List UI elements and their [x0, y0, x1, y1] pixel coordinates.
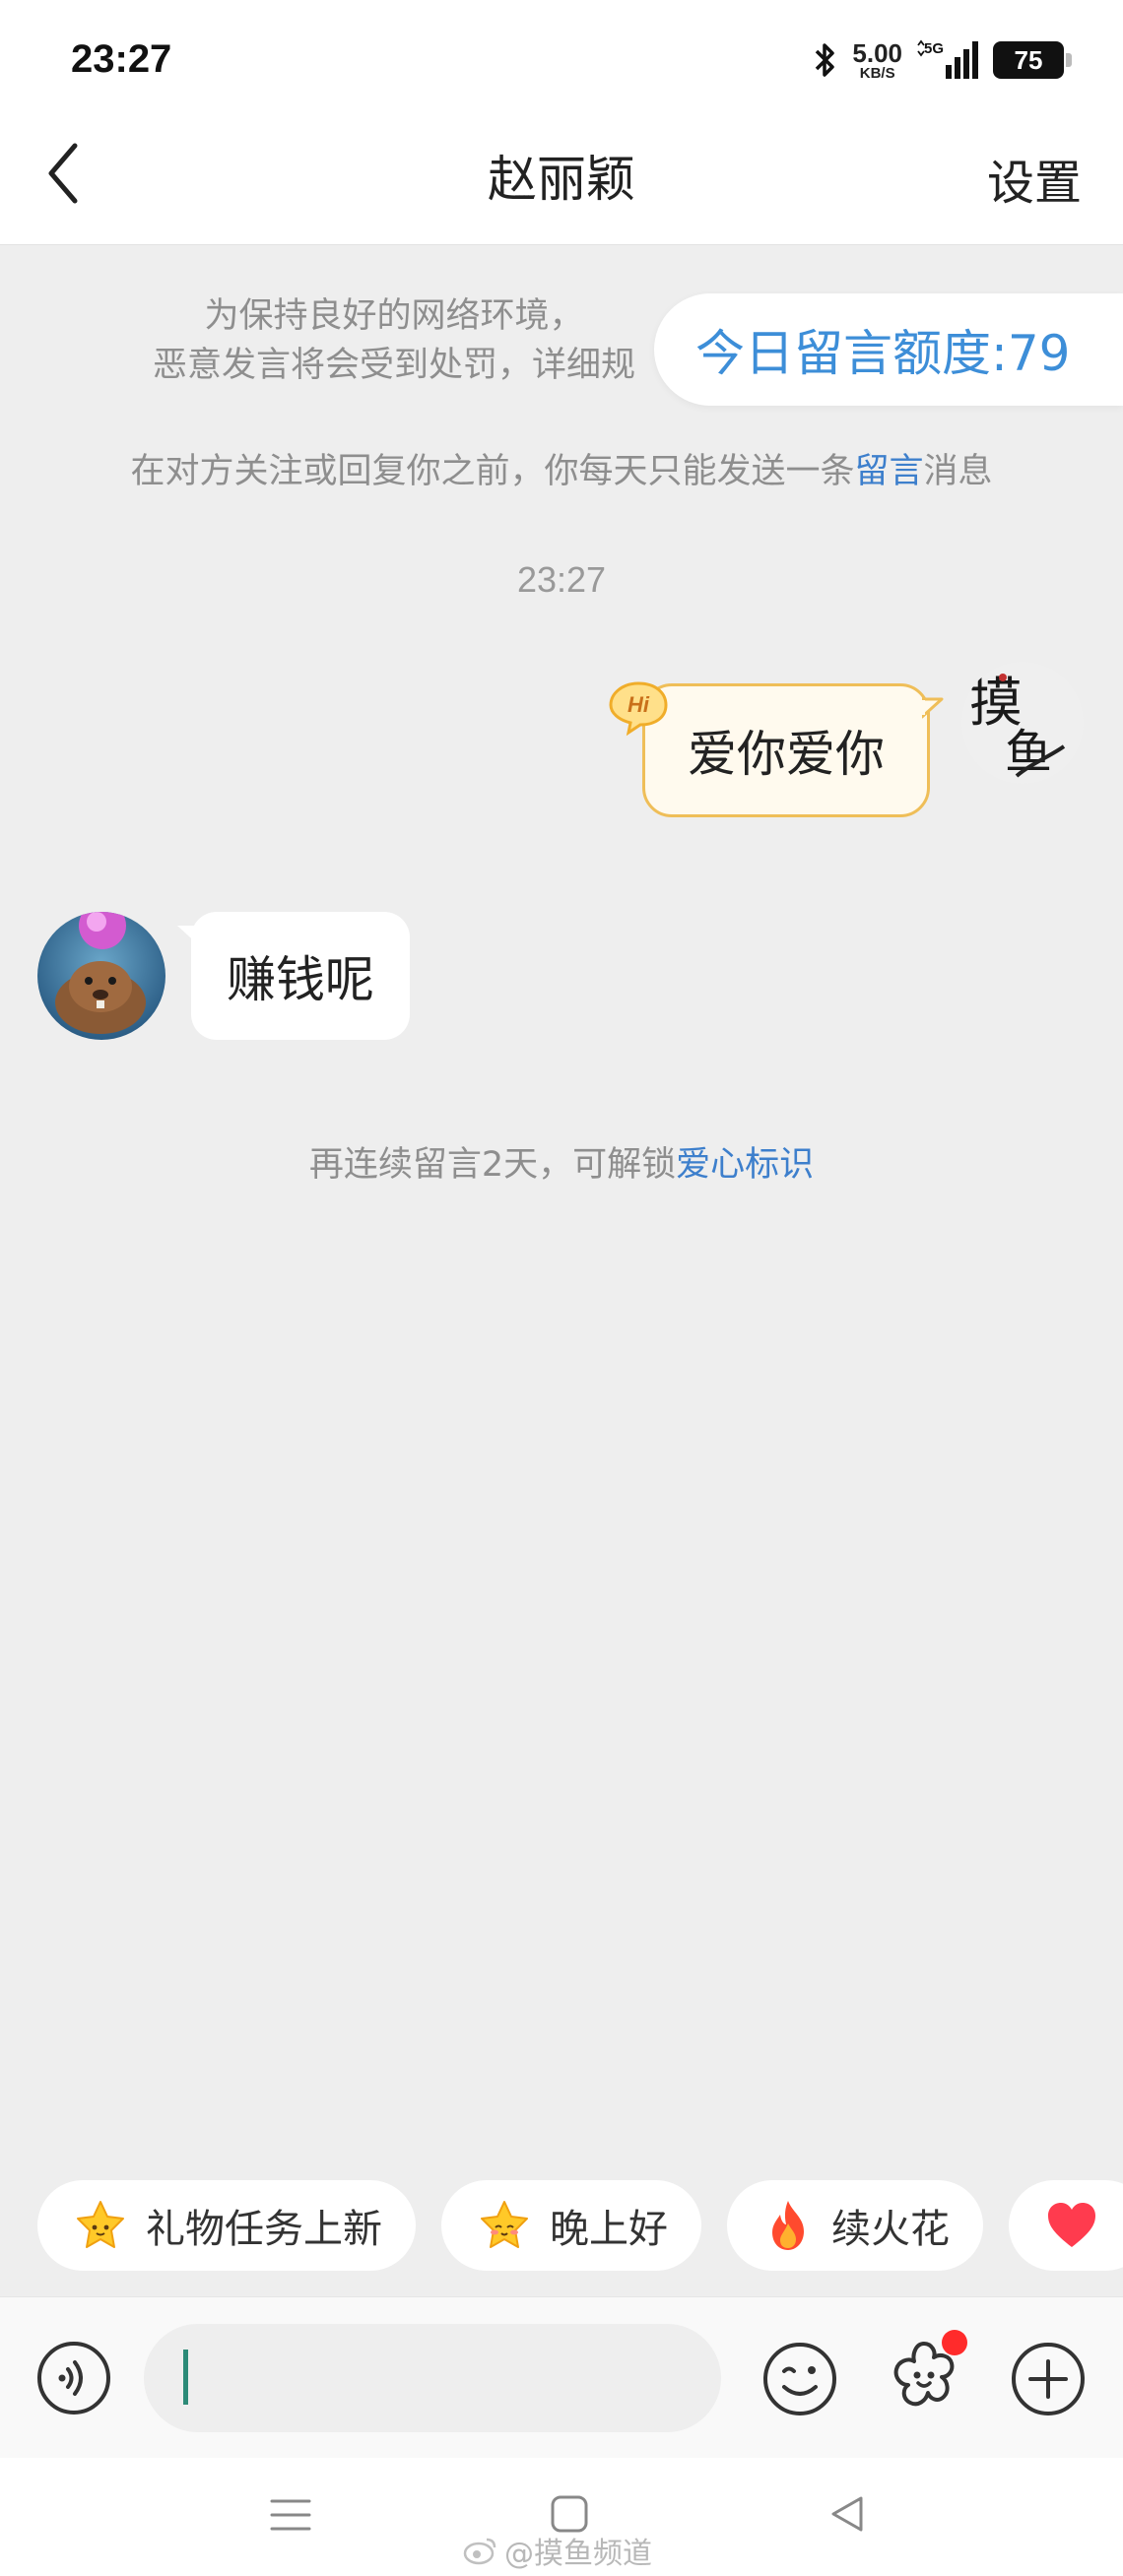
home-icon[interactable]: [550, 2494, 589, 2534]
svg-text:鱼: 鱼: [1005, 725, 1052, 780]
svg-text:5G: 5G: [924, 40, 944, 57]
quick-reply-chips: 礼物任务上新 晚上好 续火花: [37, 2180, 1123, 2271]
signal-5g-icon: 5G: [917, 39, 978, 79]
status-time: 23:27: [71, 37, 172, 81]
chip-label: 续火花: [831, 2207, 950, 2252]
notification-dot: [942, 2330, 967, 2355]
voice-icon[interactable]: [35, 2340, 112, 2416]
star-face-icon: [481, 2201, 528, 2248]
my-message-bubble[interactable]: 爱你爱你: [642, 683, 930, 817]
message-timestamp: 23:27: [516, 559, 607, 600]
watermark: @摸鱼频道: [463, 2529, 652, 2572]
message-link[interactable]: 留言: [854, 452, 923, 491]
chip-gift-task[interactable]: 礼物任务上新: [37, 2180, 416, 2271]
chip-good-evening[interactable]: 晚上好: [441, 2180, 701, 2271]
bluetooth-icon: [816, 43, 835, 77]
svg-text:Hi: Hi: [628, 692, 650, 717]
rules-notice: 为保持良好的网络环境， 恶意发言将会受到处罚，详细规: [152, 296, 635, 385]
quota-pill: 今日留言额度:79: [654, 293, 1123, 406]
emoji-icon[interactable]: [760, 2340, 839, 2418]
message-input[interactable]: [144, 2324, 721, 2432]
contact-message-bubble[interactable]: 赚钱呢: [191, 912, 410, 1040]
battery-indicator: 75: [993, 41, 1072, 79]
status-icons: 5.00 KB/S 5G 75: [813, 37, 1072, 82]
menu-icon[interactable]: [268, 2495, 313, 2535]
my-avatar[interactable]: 摸 鱼: [961, 662, 1084, 784]
avatar-calligraphy: 摸 鱼: [961, 662, 1084, 784]
chat-title: 赵丽颖: [488, 151, 635, 208]
hi-badge-icon: Hi: [609, 681, 668, 737]
chip-continue-spark[interactable]: 续火花: [727, 2180, 983, 2271]
text-cursor: [183, 2350, 188, 2405]
chip-heart[interactable]: [1009, 2180, 1123, 2271]
heart-icon: [1048, 2203, 1095, 2247]
weibo-icon: [463, 2538, 496, 2565]
contact-avatar[interactable]: [37, 912, 165, 1040]
star-face-icon: [77, 2201, 124, 2248]
fire-icon: [772, 2201, 804, 2250]
limit-notice: 在对方关注或回复你之前，你每天只能发送一条留言消息: [130, 452, 993, 491]
bubble-tail: [922, 697, 944, 719]
back-triangle-icon[interactable]: [827, 2494, 867, 2534]
heart-badge-link[interactable]: 爱心标识: [676, 1145, 814, 1185]
chip-label: 礼物任务上新: [146, 2207, 382, 2252]
plus-icon[interactable]: [1009, 2340, 1088, 2418]
settings-button[interactable]: 设置: [987, 144, 1082, 213]
unlock-notice: 再连续留言2天，可解锁爱心标识: [308, 1145, 815, 1185]
net-speed: 5.00 KB/S: [852, 37, 902, 82]
chip-label: 晚上好: [550, 2207, 668, 2252]
